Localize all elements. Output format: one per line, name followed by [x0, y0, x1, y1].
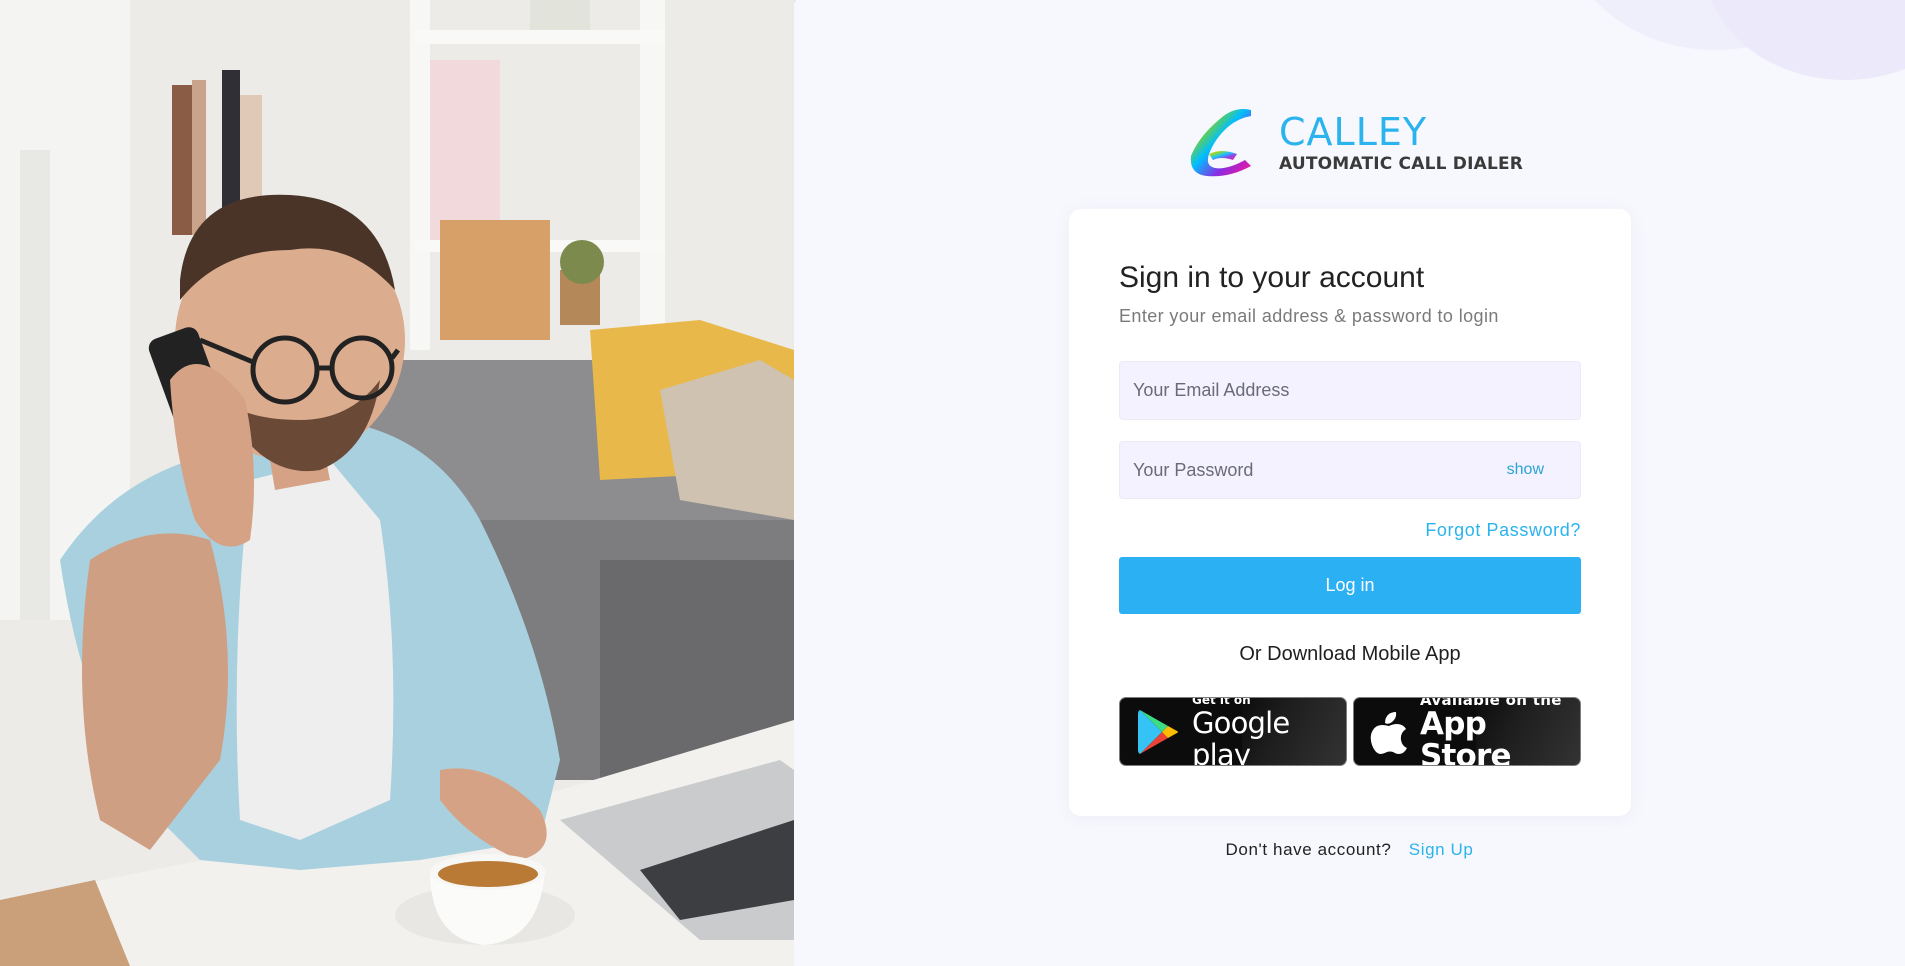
signup-link[interactable]: Sign Up [1409, 840, 1474, 859]
brand-logo: CALLEY AUTOMATIC CALL DIALER [1185, 104, 1523, 182]
show-password-toggle[interactable]: show [1507, 461, 1544, 479]
login-title: Sign in to your account [1119, 261, 1425, 294]
calley-logo-icon [1190, 109, 1251, 177]
google-play-large-text: Google play [1192, 705, 1290, 766]
password-field-wrapper: show [1119, 441, 1581, 499]
app-store-badge[interactable]: Available on the App Store [1353, 697, 1581, 766]
forgot-password-link[interactable]: Forgot Password? [1425, 520, 1581, 541]
decorative-line [794, 0, 814, 30]
apple-icon [1370, 711, 1407, 754]
brand-name: CALLEY [1279, 110, 1428, 154]
download-app-label: Or Download Mobile App [1239, 643, 1461, 665]
signup-prompt: Don't have account? [1225, 840, 1392, 859]
google-play-icon [1138, 709, 1178, 754]
email-input[interactable] [1120, 362, 1580, 419]
email-field-wrapper [1119, 361, 1581, 420]
login-card: Sign in to your account Enter your email… [1069, 209, 1631, 816]
login-button[interactable]: Log in [1119, 557, 1581, 614]
brand-tagline: AUTOMATIC CALL DIALER [1279, 154, 1524, 174]
app-store-large-text: App Store [1420, 705, 1512, 766]
login-subtitle: Enter your email address & password to l… [1119, 306, 1499, 326]
google-play-badge[interactable]: Get it on Google play [1119, 697, 1347, 766]
hero-photo [0, 0, 794, 966]
signup-row: Don't have account? Sign Up [794, 840, 1905, 860]
login-area: CALLEY AUTOMATIC CALL DIALER Sign in to … [794, 0, 1905, 966]
